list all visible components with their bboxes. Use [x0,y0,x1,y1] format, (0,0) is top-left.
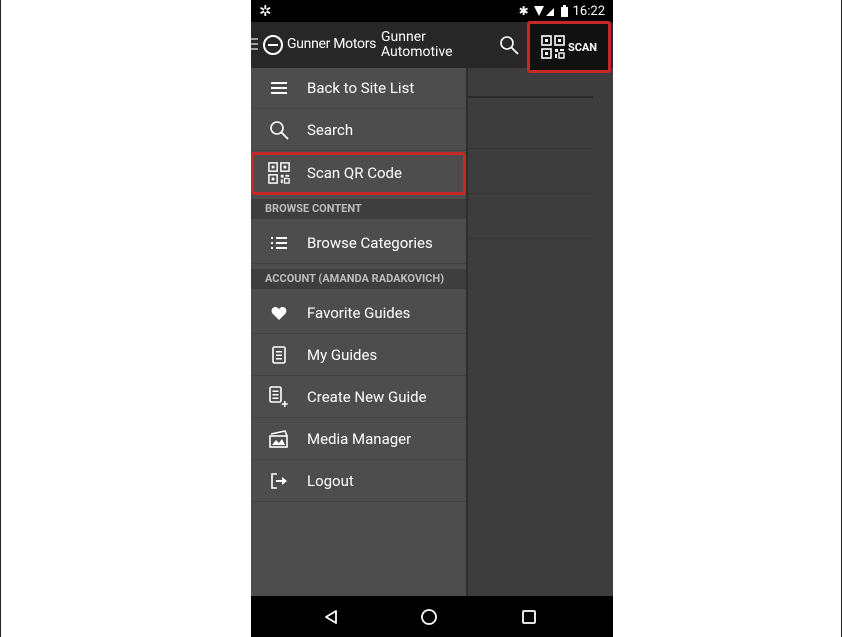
site-name-line2: Automotive [381,44,453,60]
drawer-item-my-guides[interactable]: My Guides [251,335,466,376]
drawer-item-label: Create New Guide [307,388,427,406]
navigation-drawer: Back to Site List Search Scan QR Code BR… [251,68,468,596]
drawer-item-favorite-guides[interactable]: Favorite Guides [251,293,466,334]
recents-square-icon[interactable] [516,604,542,630]
bluetooth-icon: ✱ [518,4,529,18]
brand-logo-text: Gunner Motors [287,36,377,52]
drawer-item-label: Logout [307,472,354,490]
scan-button-label: SCAN [567,40,598,54]
main-content-dimmed [468,68,613,596]
new-document-icon [251,377,307,418]
drawer-item-label: Search [307,121,354,139]
drawer-item-label: Back to Site List [307,79,415,97]
images-icon [251,419,307,460]
drawer-item-back-to-site-list[interactable]: Back to Site List [251,68,466,109]
qr-code-icon [251,153,307,194]
menu-lines-icon [251,68,307,109]
site-name: Gunner Automotive [381,30,453,60]
heart-icon [251,293,307,334]
drawer-item-create-new-guide[interactable]: Create New Guide [251,377,466,418]
drawer-item-label: My Guides [307,346,378,364]
status-bar: ✲ ✱ 16:22 [251,0,613,22]
drawer-item-search[interactable]: Search [251,110,466,151]
content-divider [468,238,593,239]
section-header-browse: BROWSE CONTENT [251,199,466,219]
phone-screen: ✲ ✱ 16:22 Gunner Motors Gunner Automotiv… [251,0,613,637]
drawer-item-scan-qr-code[interactable]: Scan QR Code [251,153,466,194]
content-divider [468,96,593,98]
drawer-item-logout[interactable]: Logout [251,461,466,502]
section-header-account: ACCOUNT (AMANDA RADAKOVICH) [251,269,466,289]
drawer-item-label: Media Manager [307,430,412,448]
home-circle-icon[interactable] [416,604,442,630]
system-nav-bar [251,596,613,637]
list-icon [251,223,307,264]
content-divider [468,193,593,194]
content-divider [468,148,593,149]
logout-icon [251,461,307,502]
status-icons: ✱ 16:22 [519,2,605,20]
document-icon [251,335,307,376]
drawer-item-label: Browse Categories [307,234,433,252]
scan-button[interactable]: SCAN [527,21,611,73]
settings-gear-icon: ✲ [259,2,272,20]
drawer-item-browse-categories[interactable]: Browse Categories [251,223,466,264]
qr-code-icon [541,35,565,59]
status-clock: 16:22 [572,3,605,19]
back-triangle-icon[interactable] [318,604,344,630]
drawer-toggle-icon[interactable] [251,36,259,54]
brand-logo-icon [263,35,283,55]
site-name-line1: Gunner [381,29,426,45]
drawer-item-label: Scan QR Code [307,164,402,182]
wifi-signal-icon [533,5,556,17]
drawer-item-media-manager[interactable]: Media Manager [251,419,466,460]
search-icon [251,110,307,151]
drawer-item-label: Favorite Guides [307,304,411,322]
search-icon[interactable] [499,35,519,55]
battery-icon [560,5,568,17]
